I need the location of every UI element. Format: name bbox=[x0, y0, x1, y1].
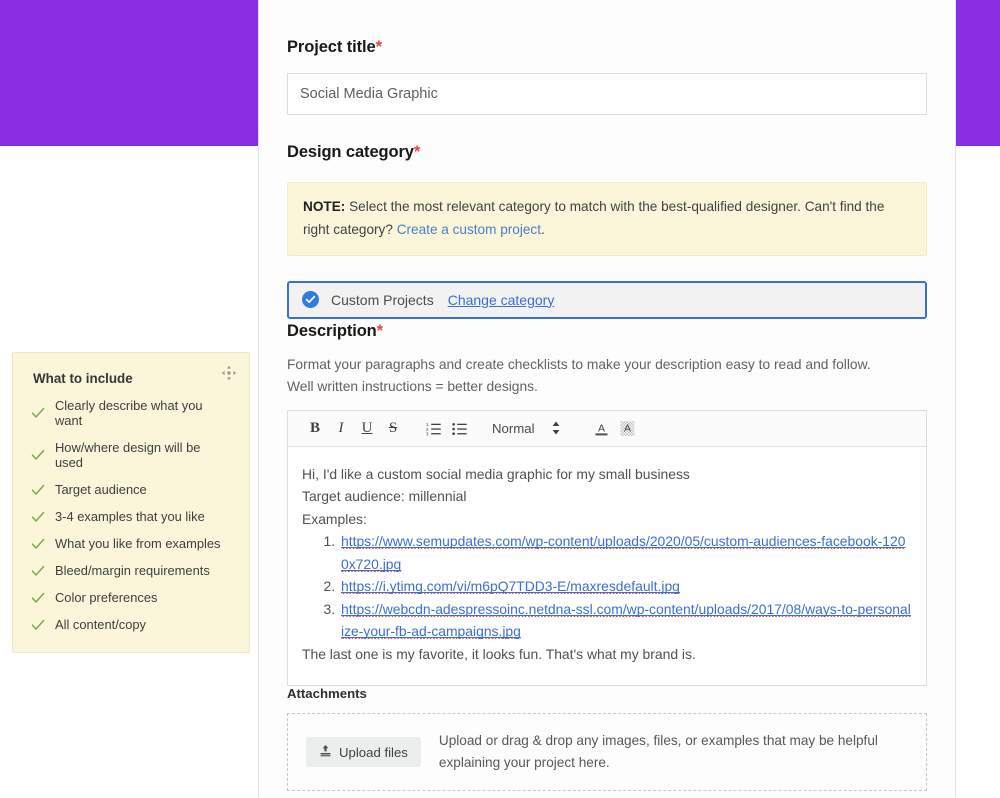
check-icon bbox=[31, 537, 45, 551]
example-link[interactable]: https://i.ytimg.com/vi/m6pQ7TDD3-E/maxre… bbox=[341, 578, 680, 595]
list-item-label: How/where design will be used bbox=[55, 440, 201, 470]
svg-text:A: A bbox=[598, 422, 605, 434]
underline-icon[interactable]: U bbox=[354, 415, 380, 441]
list-item-label: Target audience bbox=[55, 482, 147, 497]
block-format-select[interactable]: Normal bbox=[492, 421, 535, 436]
editor-example-links-list: https://www.semupdates.com/wp-content/up… bbox=[302, 530, 912, 643]
upload-icon bbox=[319, 744, 332, 760]
italic-icon[interactable]: I bbox=[328, 415, 354, 441]
project-title-label-text: Project title bbox=[287, 38, 376, 56]
block-format-stepper-icon[interactable] bbox=[551, 420, 561, 436]
design-category-label-text: Design category bbox=[287, 143, 414, 161]
list-item: https://i.ytimg.com/vi/m6pQ7TDD3-E/maxre… bbox=[339, 575, 912, 598]
list-item: What you like from examples bbox=[31, 536, 231, 551]
move-handle-icon[interactable] bbox=[221, 365, 237, 381]
editor-content[interactable]: Hi, I'd like a custom social media graph… bbox=[288, 447, 926, 686]
check-icon bbox=[31, 510, 45, 524]
what-to-include-panel: What to include Clearly describe what yo… bbox=[12, 352, 250, 653]
required-marker: * bbox=[376, 322, 383, 340]
highlight-color-icon[interactable]: A bbox=[615, 415, 641, 441]
list-item-label: Color preferences bbox=[55, 590, 158, 605]
check-icon bbox=[31, 483, 45, 497]
file-dropzone[interactable]: Upload files Upload or drag & drop any i… bbox=[287, 713, 927, 791]
note-suffix: . bbox=[541, 222, 545, 238]
check-icon bbox=[31, 591, 45, 605]
editor-toolbar: B I U S 1 2 3 Normal A A bbox=[288, 410, 926, 447]
attachments-section: Attachments Upload files Upload or drag … bbox=[287, 686, 927, 791]
editor-line-1: Hi, I'd like a custom social media graph… bbox=[302, 465, 690, 482]
description-label-text: Description bbox=[287, 322, 377, 340]
selected-category-name: Custom Projects bbox=[331, 291, 434, 308]
dropzone-instructions: Upload or drag & drop any images, files,… bbox=[438, 733, 878, 770]
upload-files-label: Upload files bbox=[339, 744, 408, 760]
editor-closing-line: The last one is my favorite, it looks fu… bbox=[302, 645, 696, 662]
svg-text:A: A bbox=[624, 422, 631, 434]
editor-line-2: Target audience: millennial bbox=[302, 488, 467, 505]
list-item: https://www.semupdates.com/wp-content/up… bbox=[339, 530, 912, 575]
required-marker: * bbox=[375, 38, 382, 56]
selected-category-row[interactable]: Custom Projects Change category bbox=[287, 280, 927, 319]
what-to-include-title: What to include bbox=[33, 371, 133, 386]
check-circle-icon bbox=[302, 291, 319, 309]
list-item: Clearly describe what you want bbox=[31, 398, 231, 428]
list-item-label: Clearly describe what you want bbox=[55, 398, 203, 428]
description-section: Description* Format your paragraphs and … bbox=[287, 322, 927, 687]
example-link[interactable]: https://www.semupdates.com/wp-content/up… bbox=[341, 533, 906, 572]
list-item-label: All content/copy bbox=[55, 617, 147, 632]
svg-text:3: 3 bbox=[426, 431, 429, 435]
check-icon bbox=[31, 564, 45, 578]
rich-text-editor: B I U S 1 2 3 Normal A A Hi, I'd like a … bbox=[287, 409, 927, 687]
required-marker: * bbox=[413, 143, 421, 161]
project-title-label: Project title* bbox=[287, 38, 927, 57]
create-custom-project-link[interactable]: Create a custom project bbox=[397, 222, 541, 237]
category-note-box: NOTE: Select the most relevant category … bbox=[287, 182, 927, 256]
description-help-text: Format your paragraphs and create checkl… bbox=[287, 357, 871, 394]
project-title-section: Project title* bbox=[287, 38, 927, 115]
list-item: All content/copy bbox=[31, 617, 231, 632]
list-item-label: Bleed/margin requirements bbox=[55, 563, 210, 578]
strikethrough-icon[interactable]: S bbox=[380, 415, 406, 441]
change-category-link[interactable]: Change category bbox=[448, 292, 555, 308]
list-item: Bleed/margin requirements bbox=[31, 563, 231, 578]
list-item: 3-4 examples that you like bbox=[31, 509, 231, 524]
list-item: Color preferences bbox=[31, 590, 231, 605]
check-icon bbox=[31, 618, 45, 632]
upload-files-button[interactable]: Upload files bbox=[306, 737, 421, 767]
bullet-list-icon[interactable] bbox=[446, 415, 472, 441]
check-icon bbox=[31, 406, 45, 420]
list-item: How/where design will be used bbox=[31, 440, 231, 470]
design-category-label: Design category* bbox=[287, 143, 927, 162]
attachments-label: Attachments bbox=[287, 686, 367, 701]
text-color-icon[interactable]: A bbox=[589, 415, 615, 441]
project-brief-form: Project title* Design category* NOTE: Se… bbox=[258, 0, 956, 798]
example-link[interactable]: https://webcdn-adespressoinc.netdna-ssl.… bbox=[341, 600, 911, 640]
editor-line-3: Examples: bbox=[302, 510, 367, 527]
design-category-section: Design category* NOTE: Select the most r… bbox=[287, 143, 927, 319]
list-item: https://webcdn-adespressoinc.netdna-ssl.… bbox=[339, 598, 912, 643]
list-item-label: What you like from examples bbox=[55, 536, 221, 551]
description-label: Description* bbox=[287, 322, 927, 341]
project-title-input[interactable] bbox=[287, 73, 927, 115]
note-text: Select the most relevant category to mat… bbox=[303, 199, 885, 238]
ordered-list-icon[interactable]: 1 2 3 bbox=[420, 415, 446, 441]
list-item-label: 3-4 examples that you like bbox=[55, 509, 205, 524]
block-format-value: Normal bbox=[492, 420, 535, 436]
bold-icon[interactable]: B bbox=[302, 415, 328, 441]
check-icon bbox=[31, 448, 45, 462]
note-prefix: NOTE: bbox=[303, 199, 346, 214]
list-item: Target audience bbox=[31, 482, 231, 497]
